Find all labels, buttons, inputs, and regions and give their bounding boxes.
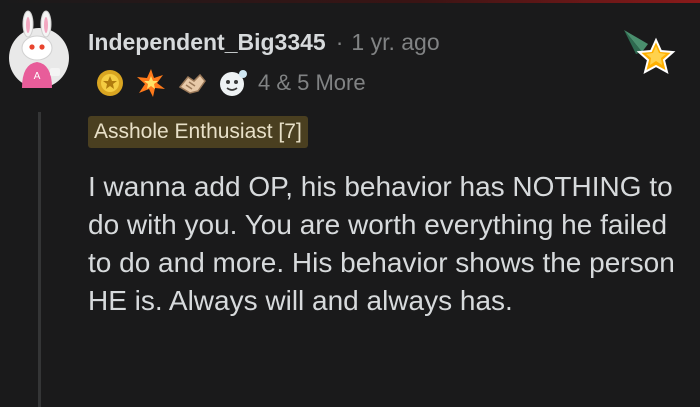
starstruck-icon[interactable] [135,67,167,99]
awards-row: 4 & 5 More [94,66,366,100]
user-flair: Asshole Enthusiast [7] [88,116,308,148]
thread-line[interactable] [38,112,41,407]
bubble-face-icon[interactable] [217,67,249,99]
username-link[interactable]: Independent_Big3345 [88,29,326,56]
top-edge-accent [0,0,700,3]
comment-body: I wanna add OP, his behavior has NOTHING… [88,171,675,316]
svg-text:A: A [34,71,41,82]
gold-medal-icon[interactable] [94,67,126,99]
meta-separator: · [335,28,344,55]
timestamp-link[interactable]: 1 yr. ago [351,29,439,56]
avatar[interactable]: A [8,10,70,88]
more-awards-link[interactable]: 4 & 5 More [258,70,366,96]
star-award-icon[interactable] [622,26,678,80]
avatar-image: A [9,10,69,88]
comment-header: Independent_Big3345 · 1 yr. ago [88,26,440,58]
handshake-icon[interactable] [176,67,208,99]
